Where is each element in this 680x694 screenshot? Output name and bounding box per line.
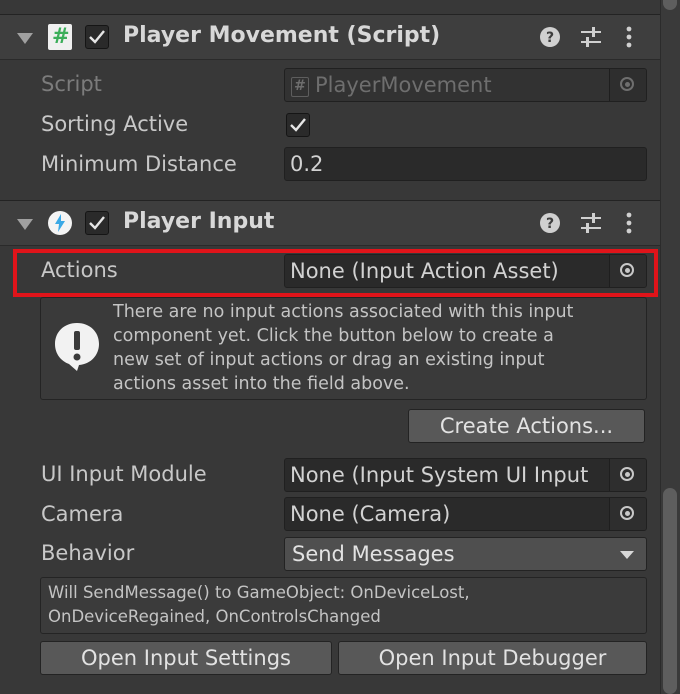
- sorting-active-checkbox[interactable]: [286, 113, 310, 137]
- svg-text:?: ?: [546, 30, 554, 46]
- script-field[interactable]: # PlayerMovement: [284, 68, 647, 102]
- chevron-down-icon: [620, 551, 634, 559]
- scrollbar-thumb[interactable]: [663, 488, 677, 694]
- warning-alert-icon: [55, 323, 99, 371]
- presets-icon[interactable]: [579, 212, 603, 234]
- create-actions-label: Create Actions...: [439, 414, 614, 438]
- minimum-distance-field[interactable]: 0.2: [284, 147, 647, 181]
- player-input-enabled-checkbox[interactable]: [85, 211, 109, 235]
- script-label: Script: [41, 72, 102, 96]
- camera-label: Camera: [41, 502, 124, 526]
- behavior-label: Behavior: [41, 541, 135, 565]
- minimum-distance-value: 0.2: [290, 152, 324, 176]
- behavior-info-box: Will SendMessage() to GameObject: OnDevi…: [40, 577, 647, 634]
- ui-input-module-value: None (Input System UI Input: [290, 463, 589, 487]
- help-icon[interactable]: ?: [539, 212, 561, 234]
- info-text-line: OnDeviceRegained, OnControlsChanged: [48, 607, 381, 626]
- context-menu-icon[interactable]: [625, 25, 633, 49]
- script-icon: #: [48, 24, 72, 50]
- behavior-dropdown-value: Send Messages: [292, 542, 455, 566]
- actions-field[interactable]: None (Input Action Asset): [284, 254, 647, 288]
- ui-input-module-field[interactable]: None (Input System UI Input: [284, 458, 647, 492]
- context-menu-icon[interactable]: [625, 211, 633, 235]
- open-input-settings-button[interactable]: Open Input Settings: [40, 641, 332, 675]
- checkmark-icon: [89, 30, 105, 44]
- create-actions-button[interactable]: Create Actions...: [408, 409, 645, 443]
- object-picker-icon[interactable]: [609, 498, 646, 530]
- checkmark-icon: [290, 118, 306, 132]
- player-input-icon: [48, 211, 72, 235]
- actions-label: Actions: [41, 258, 118, 282]
- svg-text:?: ?: [546, 216, 554, 232]
- object-picker-icon[interactable]: [609, 255, 646, 287]
- component-title: Player Input: [123, 209, 275, 234]
- help-text-line: actions asset into the field above.: [113, 374, 410, 394]
- foldout-arrow-icon[interactable]: [17, 33, 33, 44]
- foldout-arrow-icon[interactable]: [17, 219, 33, 230]
- player-movement-header[interactable]: # Player Movement (Script) ?: [0, 14, 660, 60]
- behavior-dropdown[interactable]: Send Messages: [284, 537, 647, 571]
- info-text-line: Will SendMessage() to GameObject: OnDevi…: [48, 583, 470, 602]
- checkmark-icon: [89, 216, 105, 230]
- help-icon[interactable]: ?: [539, 26, 561, 48]
- help-text-line: There are no input actions associated wi…: [113, 302, 574, 322]
- script-glyph: #: [52, 24, 70, 48]
- open-input-settings-label: Open Input Settings: [81, 646, 291, 670]
- actions-field-value: None (Input Action Asset): [290, 259, 559, 283]
- open-input-debugger-button[interactable]: Open Input Debugger: [338, 641, 647, 675]
- minimum-distance-label: Minimum Distance: [41, 152, 237, 176]
- object-picker-icon[interactable]: [609, 69, 646, 101]
- help-box: There are no input actions associated wi…: [40, 297, 647, 400]
- component-title: Player Movement (Script): [123, 23, 441, 48]
- player-input-header[interactable]: Player Input ?: [0, 200, 660, 246]
- camera-field[interactable]: None (Camera): [284, 497, 647, 531]
- script-field-icon: #: [291, 77, 309, 97]
- presets-icon[interactable]: [579, 26, 603, 48]
- sorting-active-label: Sorting Active: [41, 112, 189, 136]
- object-picker-icon[interactable]: [609, 459, 646, 491]
- help-text-line: new set of input actions or drag an exis…: [113, 350, 545, 370]
- ui-input-module-label: UI Input Module: [41, 462, 207, 486]
- open-input-debugger-label: Open Input Debugger: [378, 646, 607, 670]
- camera-field-value: None (Camera): [290, 502, 451, 526]
- player-movement-enabled-checkbox[interactable]: [85, 25, 109, 49]
- help-text-line: component yet. Click the button below to…: [113, 326, 554, 346]
- script-field-value: PlayerMovement: [315, 73, 492, 97]
